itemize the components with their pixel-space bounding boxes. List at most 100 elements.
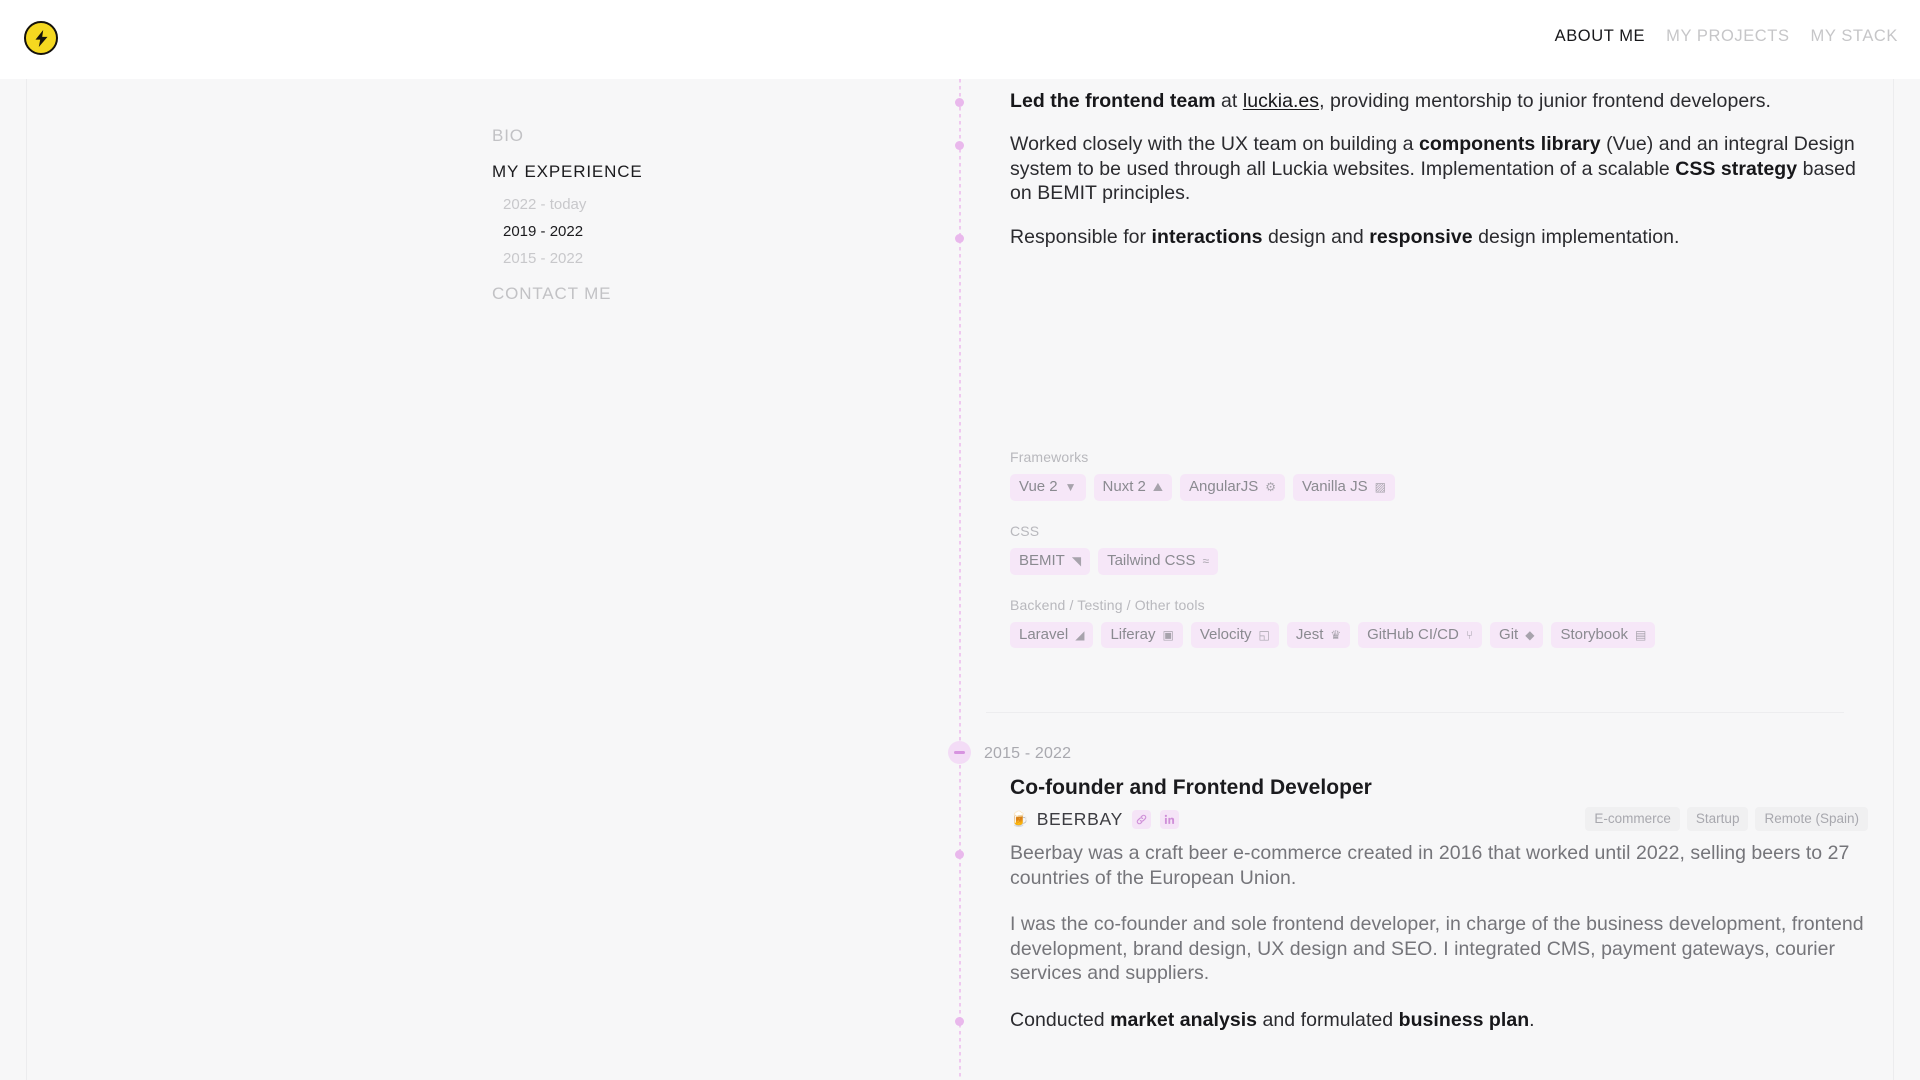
inline-text: and formulated [1257, 1008, 1399, 1031]
stack-group-title: CSS [1010, 522, 1040, 539]
page-body: BIO MY EXPERIENCE 2022 - today 2019 - 20… [0, 54, 1920, 1080]
nav-item-my-stack[interactable]: MY STACK [1811, 27, 1898, 46]
paragraph-item: I was the co-founder and sole frontend d… [948, 912, 1868, 986]
badge-remote-spain: Remote (Spain) [1755, 807, 1868, 832]
main-content: Plexus clients. Led the frontend team at… [948, 54, 1868, 1080]
stack-tag-label: Velocity [1199, 625, 1252, 643]
inline-link[interactable]: luckia.es [1243, 90, 1319, 112]
stack-group-title: Backend / Testing / Other tools [1010, 596, 1205, 613]
inline-text: Beerbay was a craft beer e-commerce crea… [1010, 842, 1850, 889]
sidebar-period-2019-2022[interactable]: 2019 - 2022 [503, 224, 792, 239]
stack-tag[interactable]: Git ◆ [1490, 621, 1544, 649]
stack-tag[interactable]: GitHub CI/CD ⑂ [1358, 621, 1483, 649]
inline-text: Responsible for [1010, 225, 1152, 248]
top-navigation-bar: ABOUT ME MY PROJECTS MY STACK [0, 0, 1920, 79]
stack-tag[interactable]: Vue 2 ▼ [1010, 474, 1086, 501]
stack-tag[interactable]: Velocity ◱ [1190, 621, 1279, 649]
inline-text: design implementation. [1472, 225, 1680, 248]
sidebar-item-my-experience[interactable]: MY EXPERIENCE [492, 163, 792, 180]
bold-text: Led the frontend team [1010, 89, 1216, 112]
bullet-item: Responsible for interactions design and … [948, 225, 1868, 250]
stack-tag[interactable]: Laravel ◢ [1010, 621, 1094, 649]
stack-tag-label: Nuxt 2 [1102, 478, 1146, 495]
bullet-dot-icon [955, 97, 964, 107]
bullet-item: Conducted market analysis and formulated… [948, 1008, 1868, 1033]
beer-mug-icon: 🍺 [1010, 810, 1029, 828]
inline-text: , providing mentorship to junior fronten… [1319, 89, 1771, 112]
bold-text: interactions [1151, 225, 1263, 248]
stack-tag-label: Vue 2 [1019, 478, 1058, 495]
velocity-icon: ◱ [1258, 627, 1270, 642]
linkedin-icon[interactable] [1159, 809, 1179, 829]
inline-text: Worked closely with the UX team on build… [1010, 133, 1419, 156]
bullet-item: Led the frontend team at luckia.es, prov… [948, 89, 1868, 114]
stack-tag[interactable]: BEMIT ◥ [1010, 547, 1091, 575]
sidebar-period-2022-today[interactable]: 2022 - today [503, 197, 792, 212]
storybook-icon: ▤ [1634, 627, 1647, 642]
stack-tag-label: AngularJS [1189, 478, 1259, 495]
bullet-text: Worked closely with the UX team on build… [1010, 132, 1868, 206]
stack-tag-list: BEMIT ◥ Tailwind CSS ≈ [1010, 547, 1810, 575]
bullet-dot-icon [955, 141, 964, 151]
bold-text: CSS strategy [1675, 157, 1798, 180]
badge-e-commerce: E-commerce [1585, 807, 1680, 832]
laravel-icon: ◢ [1075, 627, 1085, 642]
vue-icon: ▼ [1064, 480, 1077, 495]
nav-item-about-me[interactable]: ABOUT ME [1555, 27, 1646, 46]
angularjs-icon: ⚙ [1265, 480, 1276, 495]
nav-item-my-projects[interactable]: MY PROJECTS [1666, 27, 1789, 46]
bullet-item: Worked closely with the UX team on build… [948, 132, 1868, 206]
stack-group: Backend / Testing / Other tools Laravel ◢… [1010, 597, 1810, 649]
job-badges: E-commerce Startup Remote (Spain) [1585, 807, 1868, 832]
stack-tag-label: Git [1499, 625, 1519, 643]
paragraph-text: I was the co-founder and sole frontend d… [1010, 912, 1868, 986]
bullet-text: Led the frontend team at luckia.es, prov… [1010, 89, 1868, 114]
git-icon: ◆ [1525, 627, 1535, 642]
frame-border-right [1893, 79, 1894, 1080]
section-sidebar: BIO MY EXPERIENCE 2022 - today 2019 - 20… [492, 127, 792, 302]
bullet-dot-icon [955, 1016, 964, 1026]
inline-text: Conducted [1010, 1008, 1111, 1031]
frame-border-left [26, 79, 27, 1080]
timeline-collapse-icon[interactable] [948, 741, 971, 764]
inline-text: I was the co-founder and sole frontend d… [1010, 913, 1864, 985]
bold-text: market analysis [1110, 1008, 1258, 1031]
tech-stack-groups: Frameworks Vue 2 ▼ Nuxt 2 ⛰ AngularJS ⚙ Vanill… [1010, 449, 1810, 670]
jest-icon: ♛ [1330, 627, 1342, 642]
stack-tag[interactable]: Jest ♛ [1286, 621, 1351, 649]
website-link-icon[interactable] [1131, 809, 1151, 829]
stack-tag[interactable]: Vanilla JS ▨ [1292, 474, 1395, 501]
inline-text: at [1215, 89, 1243, 112]
bullet-item: Beerbay was a craft beer e-commerce crea… [948, 841, 1868, 890]
company-row: 🍺 BEERBAY E-commerce Startup Remote (Spa… [1010, 807, 1868, 832]
bullet-dot-icon [955, 233, 964, 243]
sidebar-item-bio[interactable]: BIO [492, 127, 792, 144]
section-divider [986, 712, 1844, 713]
lightning-bolt-icon[interactable] [24, 21, 58, 55]
sidebar-period-2015-2022[interactable]: 2015 - 2022 [503, 251, 792, 266]
stack-tag[interactable]: Nuxt 2 ⛰ [1093, 474, 1172, 501]
bemit-icon: ◥ [1071, 554, 1082, 569]
stack-group: Frameworks Vue 2 ▼ Nuxt 2 ⛰ AngularJS ⚙ Vanill… [1010, 449, 1810, 501]
stack-tag-label: GitHub CI/CD [1367, 625, 1459, 643]
stack-tag[interactable]: AngularJS ⚙ [1180, 474, 1285, 501]
inline-text: . [1529, 1008, 1535, 1031]
github-icon: ⑂ [1465, 627, 1474, 642]
stack-tag-label: Jest [1295, 625, 1324, 643]
stack-tag[interactable]: Storybook ▤ [1551, 621, 1656, 649]
stack-tag[interactable]: Tailwind CSS ≈ [1098, 547, 1219, 575]
stack-tag[interactable]: Liferay ▣ [1101, 621, 1183, 649]
inline-text: design and [1262, 225, 1370, 248]
stack-tag-label: Tailwind CSS [1107, 551, 1196, 569]
job-title: Co-founder and Frontend Developer [1010, 776, 1372, 799]
bullet-text: Responsible for interactions design and … [1010, 225, 1868, 250]
bold-text: components library [1418, 133, 1601, 156]
stack-tag-label: Liferay [1110, 625, 1156, 643]
main-nav: ABOUT ME MY PROJECTS MY STACK [1555, 27, 1898, 46]
stack-group: CSS BEMIT ◥ Tailwind CSS ≈ [1010, 523, 1810, 575]
sidebar-item-contact-me[interactable]: CONTACT ME [492, 285, 792, 302]
stack-tag-label: Laravel [1019, 625, 1069, 643]
experience-entry-2019-2022: Plexus clients. Led the frontend team at… [948, 53, 1868, 268]
badge-startup: Startup [1686, 807, 1749, 832]
stack-tag-list: Laravel ◢ Liferay ▣ Velocity ◱ Jest ♛ GitHub CI/… [1010, 621, 1810, 649]
